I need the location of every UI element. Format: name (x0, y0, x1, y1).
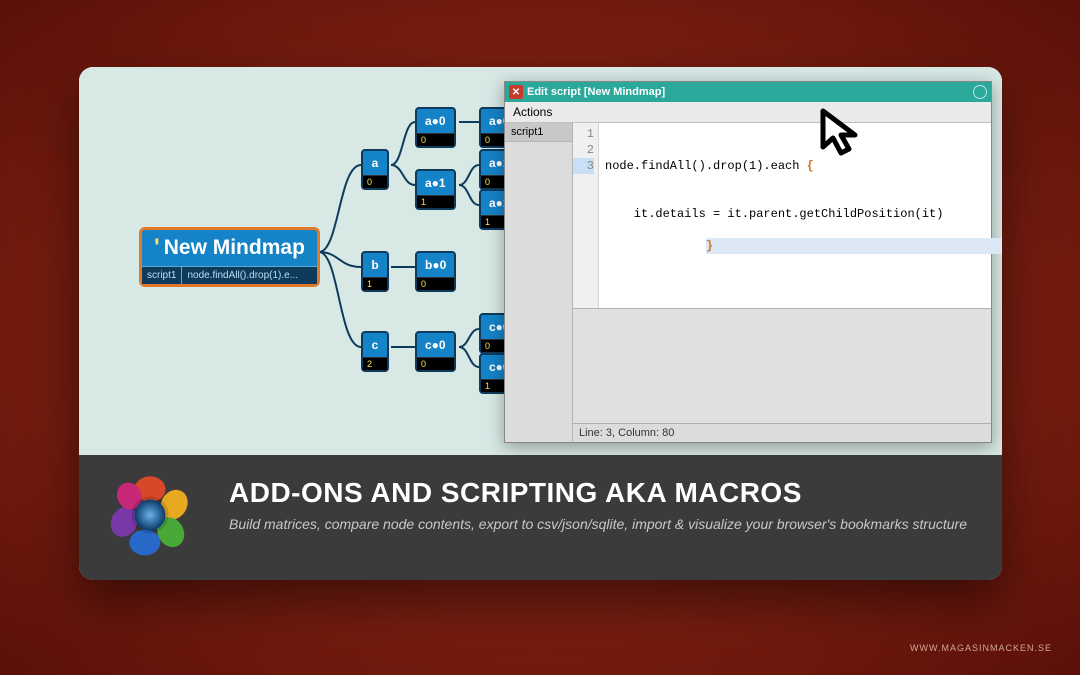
cursor-icon (815, 105, 873, 163)
watermark-text: WWW.MAGASINMACKEN.SE (910, 643, 1052, 653)
code-text[interactable]: node.findAll().drop(1).each { it.details… (599, 123, 991, 308)
root-script-label: script1 (142, 267, 182, 284)
root-script-preview: node.findAll().drop(1).e... (182, 267, 307, 284)
root-script-row[interactable]: script1 node.findAll().drop(1).e... (142, 266, 317, 284)
node-c0[interactable]: c●0 0 (415, 331, 456, 372)
editor-statusbar: Line: 3, Column: 80 (573, 423, 991, 442)
editor-output-panel[interactable] (573, 308, 991, 423)
node-a[interactable]: a 0 (361, 149, 389, 190)
editor-titlebar[interactable]: ✕ Edit script [New Mindmap] (505, 82, 991, 102)
banner-title: ADD-ONS AND SCRIPTING AKA MACROS (229, 477, 968, 509)
close-icon[interactable]: ✕ (509, 85, 523, 99)
freeplane-logo-icon (107, 472, 193, 558)
script-editor-window[interactable]: ✕ Edit script [New Mindmap] Actions scri… (504, 81, 992, 443)
node-a0[interactable]: a●0 0 (415, 107, 456, 148)
code-editor[interactable]: 1 2 3 node.findAll().drop(1).each { it.d… (573, 123, 991, 308)
maximize-icon[interactable] (973, 85, 987, 99)
node-c[interactable]: c 2 (361, 331, 389, 372)
line-gutter: 1 2 3 (573, 123, 599, 308)
editor-menubar[interactable]: Actions (505, 102, 991, 123)
script-list-item[interactable]: script1 (505, 123, 572, 142)
banner: ADD-ONS AND SCRIPTING AKA MACROS Build m… (79, 455, 1002, 580)
menu-actions[interactable]: Actions (513, 105, 552, 119)
node-b0[interactable]: b●0 0 (415, 251, 456, 292)
editor-code-panel: 1 2 3 node.findAll().drop(1).each { it.d… (573, 123, 991, 442)
banner-subtitle: Build matrices, compare node contents, e… (229, 515, 968, 534)
root-accent: ' (154, 236, 160, 260)
node-a1[interactable]: a●1 1 (415, 169, 456, 210)
editor-window-title: Edit script [New Mindmap] (527, 86, 969, 98)
root-title-text: New Mindmap (164, 236, 305, 260)
node-b[interactable]: b 1 (361, 251, 389, 292)
editor-script-list[interactable]: script1 (505, 123, 573, 442)
mindmap-root-node[interactable]: ' New Mindmap script1 node.findAll().dro… (139, 227, 320, 287)
